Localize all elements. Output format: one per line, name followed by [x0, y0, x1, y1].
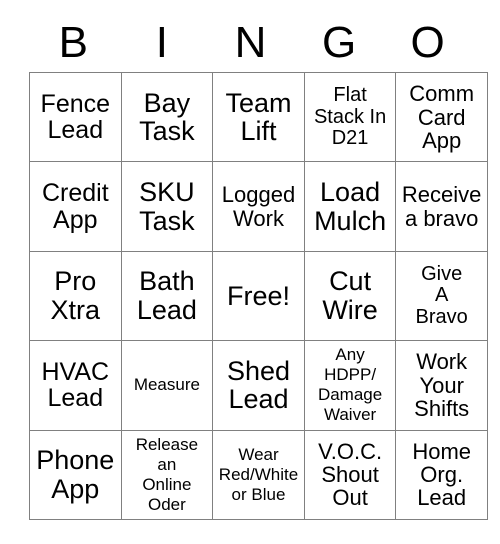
bingo-cell-i1[interactable]: Bay Task — [120, 71, 214, 163]
bingo-cell-i3[interactable]: Bath Lead — [120, 250, 214, 342]
bingo-cell-i4[interactable]: Measure — [120, 340, 214, 431]
bingo-cell-label: Pro Xtra — [50, 266, 101, 325]
bingo-cell-label: Logged Work — [221, 182, 296, 231]
bingo-cell-label: Release an Online Oder — [135, 434, 199, 514]
bingo-cell-label: Comm Card App — [409, 81, 475, 153]
bingo-cell-n5[interactable]: Wear Red/White or Blue — [212, 429, 305, 520]
bingo-cell-label: SKU Task — [139, 176, 195, 236]
bingo-cell-label: Measure — [133, 375, 200, 395]
bingo-cell-i5[interactable]: Release an Online Oder — [120, 429, 214, 520]
bingo-cell-label: Wear Red/White or Blue — [218, 444, 299, 504]
bingo-cell-label: Bath Lead — [136, 266, 197, 325]
bingo-cell-o4[interactable]: Work Your Shifts — [395, 340, 488, 431]
bingo-cell-i2[interactable]: SKU Task — [120, 161, 214, 252]
bingo-header-letter-o: O — [410, 18, 445, 67]
bingo-row: Pro Xtra Bath Lead Free! Cut Wire Give A… — [29, 250, 488, 342]
bingo-cell-g4[interactable]: Any HDPP/ Damage Waiver — [303, 340, 397, 431]
bingo-cell-label: Credit App — [41, 179, 109, 234]
bingo-cell-label: Receive a bravo — [401, 182, 482, 231]
bingo-cell-label: Shed Lead — [226, 355, 291, 415]
bingo-header-letter-n: N — [234, 18, 267, 67]
bingo-cell-free-space[interactable]: Free! — [212, 250, 305, 342]
bingo-row: Credit App SKU Task Logged Work Load Mul… — [29, 161, 488, 252]
bingo-header-letter-b: B — [58, 18, 88, 67]
bingo-grid: Fence Lead Bay Task Team Lift Flat Stack… — [29, 71, 488, 520]
bingo-cell-label: Cut Wire — [322, 266, 378, 325]
bingo-cell-b5[interactable]: Phone App — [29, 429, 122, 520]
bingo-cell-o5[interactable]: Home Org. Lead — [395, 429, 488, 520]
bingo-cell-label: Load Mulch — [314, 176, 387, 236]
bingo-row: Fence Lead Bay Task Team Lift Flat Stack… — [29, 71, 488, 163]
bingo-cell-label: HVAC Lead — [41, 357, 110, 413]
bingo-cell-b2[interactable]: Credit App — [29, 161, 122, 252]
bingo-cell-b4[interactable]: HVAC Lead — [29, 340, 122, 431]
bingo-cell-n4[interactable]: Shed Lead — [212, 340, 305, 431]
bingo-cell-g2[interactable]: Load Mulch — [303, 161, 397, 252]
bingo-cell-n1[interactable]: Team Lift — [212, 71, 305, 163]
bingo-cell-o3[interactable]: Give A Bravo — [395, 250, 488, 342]
bingo-cell-label: V.O.C. Shout Out — [318, 438, 383, 511]
bingo-cell-label: Home Org. Lead — [412, 438, 472, 511]
bingo-row: Phone App Release an Online Oder Wear Re… — [29, 429, 488, 520]
bingo-cell-b1[interactable]: Fence Lead — [29, 71, 122, 163]
bingo-cell-o1[interactable]: Comm Card App — [395, 71, 488, 163]
free-space-label: Free! — [226, 280, 290, 311]
bingo-header-letter-i: I — [155, 18, 168, 67]
bingo-cell-label: Bay Task — [139, 87, 195, 147]
bingo-cell-label: Give A Bravo — [415, 263, 468, 328]
bingo-cell-label: Work Your Shifts — [414, 349, 470, 422]
bingo-cell-label: Team Lift — [225, 87, 292, 147]
bingo-cell-label: Phone App — [36, 445, 115, 504]
bingo-row: HVAC Lead Measure Shed Lead Any HDPP/ Da… — [29, 340, 488, 431]
bingo-cell-b3[interactable]: Pro Xtra — [29, 250, 122, 342]
bingo-cell-g5[interactable]: V.O.C. Shout Out — [303, 429, 397, 520]
bingo-cell-g1[interactable]: Flat Stack In D21 — [303, 71, 397, 163]
bingo-cell-n2[interactable]: Logged Work — [212, 161, 305, 252]
bingo-cell-g3[interactable]: Cut Wire — [303, 250, 397, 342]
bingo-header-row: B I N G O — [29, 14, 472, 72]
bingo-cell-o2[interactable]: Receive a bravo — [395, 161, 488, 252]
bingo-cell-label: Any HDPP/ Damage Waiver — [317, 345, 383, 425]
bingo-header-letter-g: G — [321, 18, 357, 67]
bingo-cell-label: Flat Stack In D21 — [313, 84, 387, 149]
bingo-cell-label: Fence Lead — [40, 89, 111, 145]
bingo-card: B I N G O Fence Lead Bay Task Team Lift … — [29, 14, 488, 520]
